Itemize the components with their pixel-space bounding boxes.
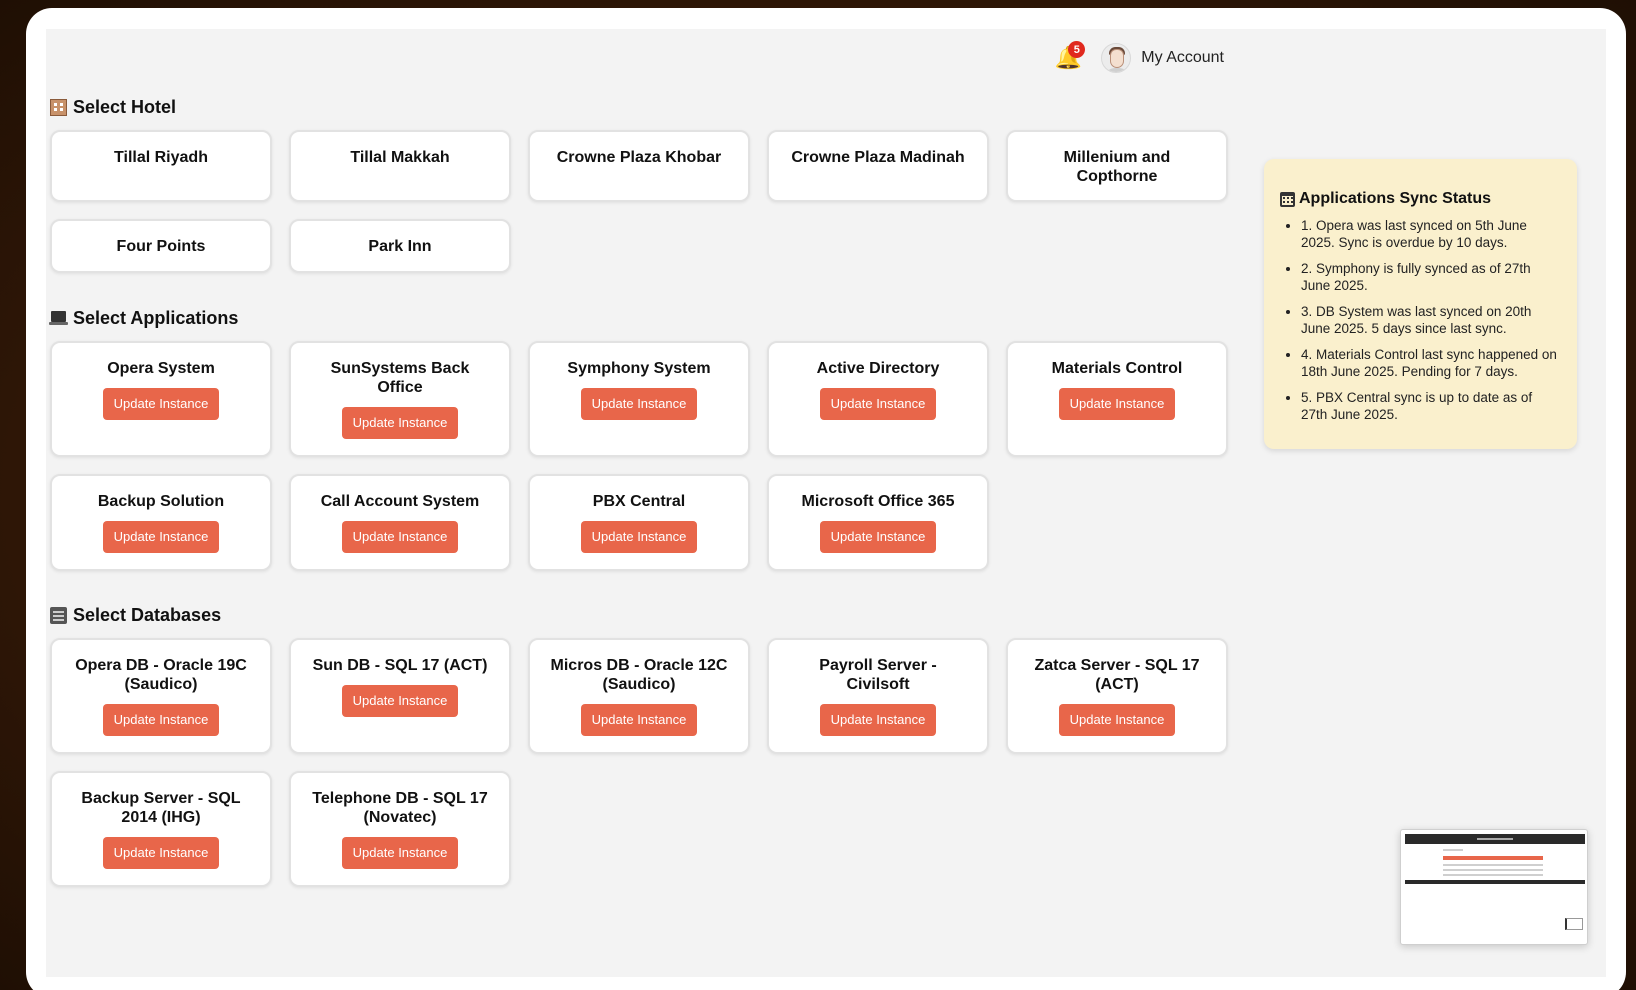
update-instance-button[interactable]: Update Instance (580, 521, 698, 553)
application-card: Backup Solution Update Instance (50, 474, 272, 571)
hotel-name: Park Inn (368, 238, 432, 255)
application-name: Backup Solution (97, 493, 225, 510)
update-instance-button[interactable]: Update Instance (102, 521, 220, 553)
sync-status-panel: Applications Sync Status 1. Opera was la… (1264, 159, 1577, 449)
hotel-card[interactable]: Crowne Plaza Madinah (767, 130, 989, 202)
database-name: Micros DB - Oracle 12C (Saudico) (550, 657, 728, 693)
hotel-card[interactable]: Tillal Makkah (289, 130, 511, 202)
section-title-hotels: Select Hotel (50, 97, 176, 118)
database-name: Zatca Server - SQL 17 (ACT) (1034, 657, 1200, 693)
sync-status-list: 1. Opera was last synced on 5th June 202… (1280, 217, 1561, 423)
update-instance-button[interactable]: Update Instance (341, 407, 459, 439)
top-bar: 🔔 5 My Account (1051, 39, 1224, 77)
hotel-name: Tillal Makkah (350, 149, 450, 166)
page-preview-thumbnail[interactable] (1400, 829, 1588, 945)
database-name: Backup Server - SQL 2014 (IHG) (81, 790, 241, 826)
application-card: Microsoft Office 365 Update Instance (767, 474, 989, 571)
update-instance-button[interactable]: Update Instance (819, 388, 937, 420)
sync-status-item: 5. PBX Central sync is up to date as of … (1301, 389, 1561, 423)
update-instance-button[interactable]: Update Instance (341, 521, 459, 553)
database-name: Telephone DB - SQL 17 (Novatec) (312, 790, 488, 826)
application-card: SunSystems Back Office Update Instance (289, 341, 511, 457)
application-name: SunSystems Back Office (330, 360, 470, 396)
notification-badge: 5 (1068, 41, 1086, 58)
database-card: Backup Server - SQL 2014 (IHG) Update Ins… (50, 771, 272, 887)
section-title-databases-label: Select Databases (73, 605, 222, 625)
update-instance-button[interactable]: Update Instance (819, 704, 937, 736)
notifications-button[interactable]: 🔔 5 (1051, 41, 1086, 73)
application-name: Opera System (107, 360, 215, 377)
laptop-icon (49, 310, 68, 327)
update-instance-button[interactable]: Update Instance (1058, 388, 1176, 420)
calendar-icon (1280, 191, 1295, 207)
sync-status-title: Applications Sync Status (1280, 190, 1561, 208)
account-label: My Account (1141, 49, 1224, 66)
hotel-card[interactable]: Four Points (50, 219, 272, 273)
application-card: PBX Central Update Instance (528, 474, 750, 571)
application-name: Call Account System (320, 493, 480, 510)
application-card: Call Account System Update Instance (289, 474, 511, 571)
hotel-card[interactable]: Park Inn (289, 219, 511, 273)
hotel-name: Crowne Plaza Khobar (556, 149, 722, 166)
application-name: Symphony System (567, 360, 711, 377)
application-card: Symphony System Update Instance (528, 341, 750, 457)
update-instance-button[interactable]: Update Instance (341, 685, 459, 717)
hotel-icon (50, 99, 67, 116)
update-instance-button[interactable]: Update Instance (819, 521, 937, 553)
file-cabinet-icon (50, 607, 67, 624)
database-card: Zatca Server - SQL 17 (ACT) Update Instan… (1006, 638, 1228, 754)
database-name: Opera DB - Oracle 19C (Saudico) (75, 657, 247, 693)
hotel-name: Crowne Plaza Madinah (791, 149, 965, 166)
sync-status-item: 3. DB System was last synced on 20th Jun… (1301, 303, 1561, 337)
database-card: Micros DB - Oracle 12C (Saudico) Update I… (528, 638, 750, 754)
hotel-name: Millenium and Copthorne (1063, 149, 1171, 185)
hotel-name: Tillal Riyadh (114, 149, 208, 166)
update-instance-button[interactable]: Update Instance (580, 388, 698, 420)
hotel-card[interactable]: Millenium and Copthorne (1006, 130, 1228, 202)
hotel-card[interactable]: Tillal Riyadh (50, 130, 272, 202)
section-title-hotels-label: Select Hotel (73, 97, 177, 117)
update-instance-button[interactable]: Update Instance (102, 837, 220, 869)
section-title-applications-label: Select Applications (73, 308, 239, 328)
hotel-card[interactable]: Crowne Plaza Khobar (528, 130, 750, 202)
application-name: Active Directory (816, 360, 940, 377)
application-name: PBX Central (592, 493, 686, 510)
section-title-applications: Select Applications (49, 308, 239, 329)
update-instance-button[interactable]: Update Instance (580, 704, 698, 736)
avatar (1101, 43, 1132, 73)
sync-status-item: 4. Materials Control last sync happened … (1301, 346, 1561, 380)
update-instance-button[interactable]: Update Instance (102, 388, 220, 420)
database-card: Payroll Server - Civilsoft Update Instanc… (767, 638, 989, 754)
sync-status-item: 2. Symphony is fully synced as of 27th J… (1301, 260, 1561, 294)
database-name: Payroll Server - Civilsoft (819, 657, 937, 693)
database-card: Telephone DB - SQL 17 (Novatec) Update In… (289, 771, 511, 887)
update-instance-button[interactable]: Update Instance (102, 704, 220, 736)
application-card: Opera System Update Instance (50, 341, 272, 457)
application-name: Microsoft Office 365 (801, 493, 955, 510)
sync-status-item: 1. Opera was last synced on 5th June 202… (1301, 217, 1561, 251)
update-instance-button[interactable]: Update Instance (341, 837, 459, 869)
sync-status-title-label: Applications Sync Status (1299, 190, 1492, 207)
application-card: Materials Control Update Instance (1006, 341, 1228, 457)
section-title-databases: Select Databases (50, 605, 221, 626)
application-card: Active Directory Update Instance (767, 341, 989, 457)
database-card: Sun DB - SQL 17 (ACT) Update Instance (289, 638, 511, 754)
database-name: Sun DB - SQL 17 (ACT) (312, 657, 488, 674)
application-name: Materials Control (1051, 360, 1183, 377)
hotel-name: Four Points (116, 238, 206, 255)
main-content: 🔔 5 My Account Select Hotel Tillal Riyad… (46, 29, 1606, 977)
update-instance-button[interactable]: Update Instance (1058, 704, 1176, 736)
account-menu[interactable]: My Account (1101, 43, 1224, 73)
database-card: Opera DB - Oracle 19C (Saudico) Update In… (50, 638, 272, 754)
